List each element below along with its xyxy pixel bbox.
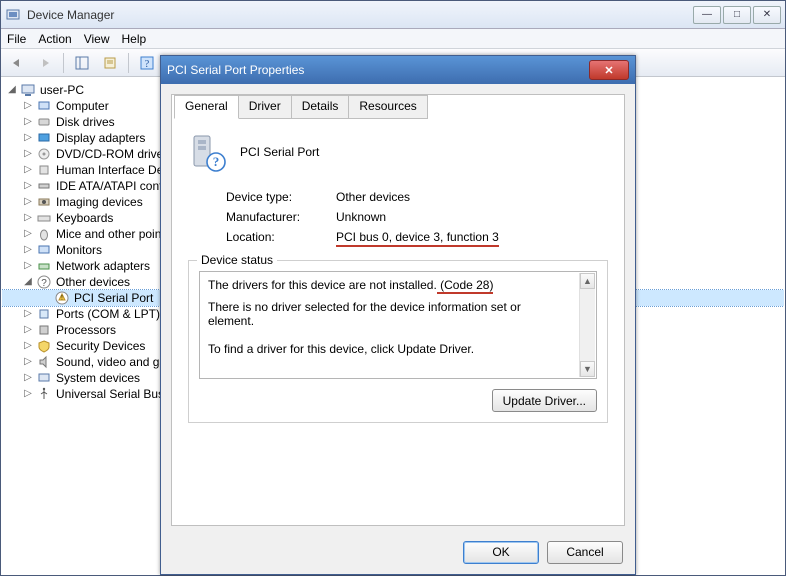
expand-icon[interactable]: ▷ <box>22 258 34 274</box>
svg-text:?: ? <box>213 154 220 169</box>
app-icon <box>5 7 21 23</box>
computer-icon <box>20 82 36 98</box>
expand-icon[interactable]: ▷ <box>22 114 34 130</box>
device-type-value: Other devices <box>336 190 410 204</box>
root-label: user-PC <box>38 82 84 98</box>
dialog-title: PCI Serial Port Properties <box>167 63 589 77</box>
manufacturer-label: Manufacturer: <box>226 210 336 224</box>
monitor-icon <box>36 242 52 258</box>
location-label: Location: <box>226 230 336 244</box>
expand-icon[interactable]: ▷ <box>22 162 34 178</box>
mouse-icon <box>36 226 52 242</box>
tabstrip: General Driver Details Resources <box>174 94 624 118</box>
collapse-icon[interactable]: ◢ <box>6 82 18 98</box>
tab-driver[interactable]: Driver <box>238 95 292 119</box>
usb-icon <box>36 386 52 402</box>
scroll-up-icon[interactable]: ▲ <box>580 273 595 289</box>
back-button[interactable] <box>5 52 29 74</box>
minimize-button[interactable]: — <box>693 6 721 24</box>
menu-action[interactable]: Action <box>38 32 71 46</box>
expand-icon[interactable]: ▷ <box>22 210 34 226</box>
properties-button[interactable] <box>98 52 122 74</box>
menubar: File Action View Help <box>1 29 785 49</box>
maximize-button[interactable]: □ <box>723 6 751 24</box>
tab-resources[interactable]: Resources <box>348 95 427 119</box>
expand-icon[interactable]: ▷ <box>22 226 34 242</box>
expand-icon[interactable]: ▷ <box>22 386 34 402</box>
sound-icon <box>36 354 52 370</box>
collapse-icon[interactable]: ◢ <box>22 274 34 290</box>
status-scrollbar[interactable]: ▲ ▼ <box>579 273 595 377</box>
main-title: Device Manager <box>27 8 693 22</box>
dvd-icon <box>36 146 52 162</box>
menu-view[interactable]: View <box>84 32 110 46</box>
svg-text:?: ? <box>41 278 47 289</box>
expand-icon[interactable]: ▷ <box>22 306 34 322</box>
disk-icon <box>36 114 52 130</box>
warning-icon: ? <box>36 274 52 290</box>
device-type-label: Device type: <box>226 190 336 204</box>
menu-help[interactable]: Help <box>122 32 147 46</box>
expand-icon[interactable]: ▷ <box>22 338 34 354</box>
expand-icon[interactable]: ▷ <box>22 370 34 386</box>
tab-general[interactable]: General <box>174 95 239 119</box>
system-icon <box>36 370 52 386</box>
properties-dialog: PCI Serial Port Properties ✕ General Dri… <box>160 55 636 575</box>
expand-icon[interactable]: ▷ <box>22 98 34 114</box>
device-status-group: Device status The drivers for this devic… <box>188 260 608 423</box>
device-status-legend: Device status <box>197 253 277 267</box>
forward-button[interactable] <box>33 52 57 74</box>
manufacturer-value: Unknown <box>336 210 386 224</box>
dialog-titlebar[interactable]: PCI Serial Port Properties ✕ <box>161 56 635 84</box>
help-button[interactable]: ? <box>135 52 159 74</box>
tab-content-general: ? PCI Serial Port Device type: Other dev… <box>172 118 624 525</box>
security-icon <box>36 338 52 354</box>
menu-file[interactable]: File <box>7 32 26 46</box>
expand-icon[interactable]: ▷ <box>22 322 34 338</box>
expand-icon[interactable]: ▷ <box>22 354 34 370</box>
device-status-textarea[interactable]: The drivers for this device are not inst… <box>199 271 597 379</box>
location-value: PCI bus 0, device 3, function 3 <box>336 230 499 244</box>
expand-icon[interactable]: ▷ <box>22 130 34 146</box>
main-titlebar[interactable]: Device Manager — □ ✕ <box>1 1 785 29</box>
cancel-button[interactable]: Cancel <box>547 541 623 564</box>
update-driver-button[interactable]: Update Driver... <box>492 389 597 412</box>
ide-icon <box>36 178 52 194</box>
hid-icon <box>36 162 52 178</box>
show-hide-tree-button[interactable] <box>70 52 94 74</box>
ports-icon <box>36 306 52 322</box>
ok-button[interactable]: OK <box>463 541 539 564</box>
svg-text:?: ? <box>145 59 150 70</box>
network-icon <box>36 258 52 274</box>
dialog-close-button[interactable]: ✕ <box>589 60 629 80</box>
dialog-body: General Driver Details Resources ? PCI S… <box>171 94 625 526</box>
warning-device-icon: ! <box>54 290 70 306</box>
cpu-icon <box>36 322 52 338</box>
expand-icon[interactable]: ▷ <box>22 194 34 210</box>
close-button[interactable]: ✕ <box>753 6 781 24</box>
expand-icon[interactable]: ▷ <box>22 146 34 162</box>
dialog-footer: OK Cancel <box>161 530 635 574</box>
keyboard-icon <box>36 210 52 226</box>
tab-details[interactable]: Details <box>291 95 350 119</box>
display-icon <box>36 130 52 146</box>
device-name-label: PCI Serial Port <box>240 145 319 159</box>
device-large-icon: ? <box>188 132 228 172</box>
expand-icon[interactable]: ▷ <box>22 178 34 194</box>
scroll-down-icon[interactable]: ▼ <box>580 361 595 377</box>
imaging-icon <box>36 194 52 210</box>
expand-icon[interactable]: ▷ <box>22 242 34 258</box>
computer-category-icon <box>36 98 52 114</box>
